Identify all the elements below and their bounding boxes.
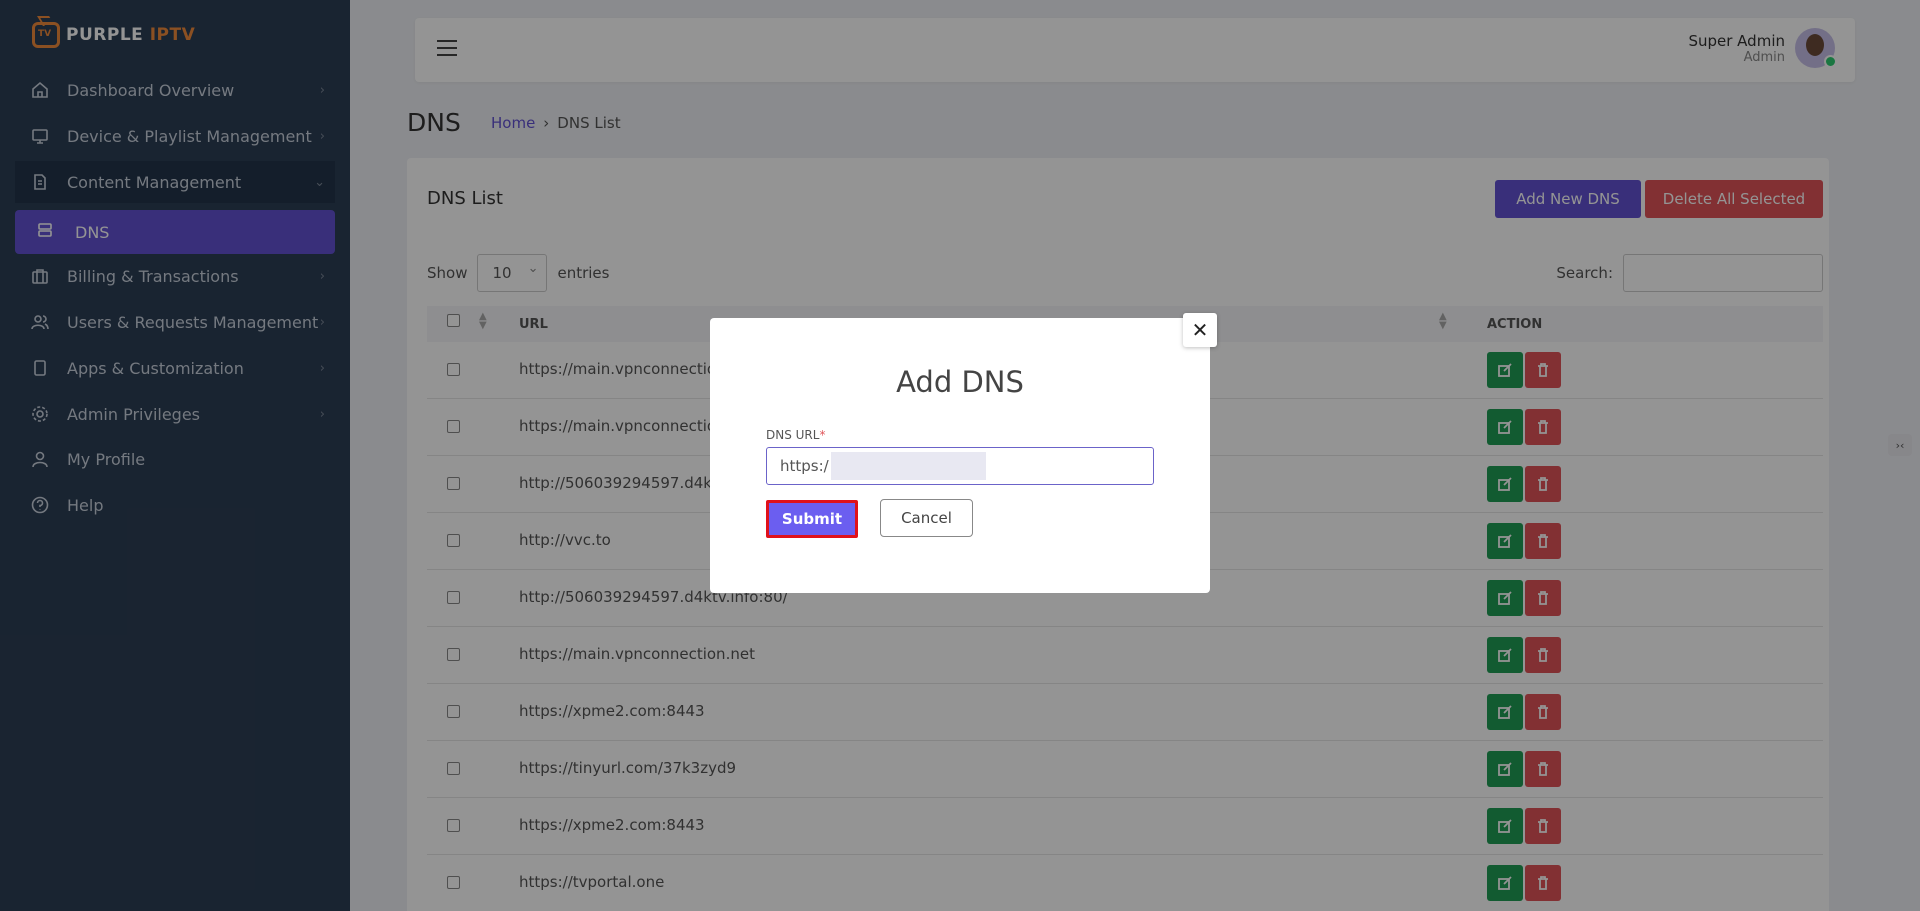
cancel-button[interactable]: Cancel [880, 499, 973, 537]
submit-button[interactable]: Submit [766, 500, 858, 538]
modal-title: Add DNS [896, 365, 1024, 399]
dns-url-label: DNS URL* [766, 428, 826, 442]
add-dns-modal: ✕ Add DNS DNS URL* https:/ Submit Cancel [710, 313, 1217, 593]
close-icon[interactable]: ✕ [1183, 313, 1217, 347]
dns-url-input[interactable]: https:/ [766, 447, 1154, 485]
redacted-text [830, 452, 986, 480]
